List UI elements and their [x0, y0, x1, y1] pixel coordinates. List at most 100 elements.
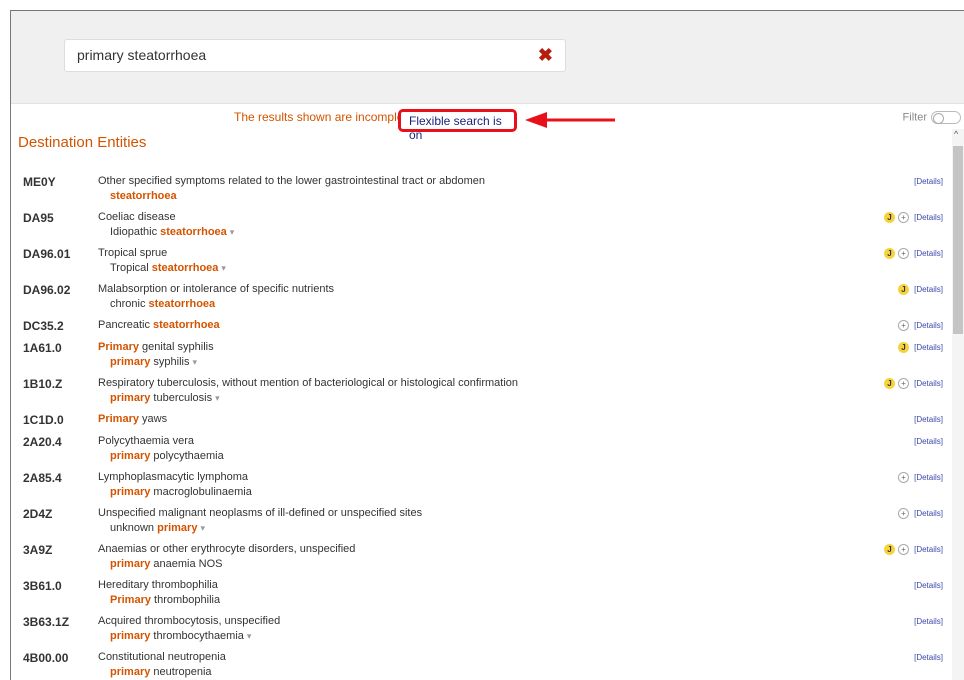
annotation-arrow-icon — [525, 112, 615, 128]
entity-title[interactable]: Polycythaemia vera — [98, 435, 194, 447]
details-link[interactable]: [Details] — [914, 321, 943, 330]
j-badge-icon[interactable]: J — [884, 544, 895, 555]
result-row[interactable]: 3A9Z Anaemias or other erythrocyte disord… — [11, 541, 951, 577]
details-link[interactable]: [Details] — [914, 415, 943, 424]
details-link[interactable]: [Details] — [914, 653, 943, 662]
scroll-thumb[interactable] — [953, 146, 963, 334]
result-row[interactable]: 3B61.0 Hereditary thrombophilia Primary th… — [11, 577, 951, 613]
plus-circle-icon[interactable]: + — [898, 212, 909, 223]
details-link[interactable]: [Details] — [914, 379, 943, 388]
details-link[interactable]: [Details] — [914, 473, 943, 482]
entity-title[interactable]: Pancreatic steatorrhoea — [98, 319, 220, 331]
entity-code[interactable]: DA96.02 — [23, 283, 70, 297]
entity-title[interactable]: Coeliac disease — [98, 211, 176, 223]
result-row[interactable]: ME0Y Other specified symptoms related to … — [11, 173, 951, 209]
details-link[interactable]: [Details] — [914, 437, 943, 446]
entity-code[interactable]: 1C1D.0 — [23, 413, 64, 427]
filter-control[interactable]: Filter — [903, 111, 961, 124]
result-row[interactable]: 2A85.4 Lymphoplasmacytic lymphoma primary … — [11, 469, 951, 505]
chevron-down-icon[interactable]: ▾ — [247, 631, 252, 641]
result-row[interactable]: 1C1D.0 Primary yaws [Details] — [11, 411, 951, 433]
details-link[interactable]: [Details] — [914, 581, 943, 590]
plus-circle-icon[interactable]: + — [898, 508, 909, 519]
result-row[interactable]: 1B10.Z Respiratory tuberculosis, without … — [11, 375, 951, 411]
details-link[interactable]: [Details] — [914, 249, 943, 258]
filter-toggle[interactable] — [931, 111, 961, 124]
incomplete-results-text: The results shown are incomplete — [234, 110, 414, 124]
details-link[interactable]: [Details] — [914, 509, 943, 518]
flexible-search-link[interactable]: Flexible search is on — [398, 109, 517, 142]
matched-term: primary tuberculosis ▾ — [110, 392, 220, 404]
entity-code[interactable]: 1A61.0 — [23, 341, 62, 355]
result-row[interactable]: 4B00.00 Constitutional neutropenia primary… — [11, 649, 951, 680]
details-link[interactable]: [Details] — [914, 343, 943, 352]
search-input[interactable] — [77, 47, 507, 63]
matched-term: chronic steatorrhoea — [110, 298, 215, 310]
search-box[interactable]: ✖ — [64, 39, 566, 72]
plus-circle-icon[interactable]: + — [898, 248, 909, 259]
j-badge-icon[interactable]: J — [884, 212, 895, 223]
entity-code[interactable]: 3B61.0 — [23, 579, 62, 593]
plus-circle-icon[interactable]: + — [898, 378, 909, 389]
entity-title[interactable]: Primary genital syphilis — [98, 341, 214, 353]
entity-code[interactable]: 4B00.00 — [23, 651, 68, 665]
j-badge-icon[interactable]: J — [898, 284, 909, 295]
entity-title[interactable]: Constitutional neutropenia — [98, 651, 226, 663]
entity-title[interactable]: Primary yaws — [98, 413, 167, 425]
result-row[interactable]: DA95 Coeliac disease Idiopathic steatorrho… — [11, 209, 951, 245]
details-link[interactable]: [Details] — [914, 177, 943, 186]
j-badge-icon[interactable]: J — [884, 378, 895, 389]
entity-code[interactable]: 1B10.Z — [23, 377, 62, 391]
entity-code[interactable]: 3B63.1Z — [23, 615, 69, 629]
close-x-icon[interactable]: ✖ — [538, 46, 553, 64]
scrollbar[interactable]: ^ — [952, 129, 964, 680]
title-text: genital syphilis — [138, 341, 214, 353]
entity-code[interactable]: ME0Y — [23, 175, 56, 189]
match-highlight: steatorrhoea — [160, 226, 227, 238]
chevron-down-icon[interactable]: ▾ — [230, 227, 235, 237]
plus-circle-icon[interactable]: + — [898, 472, 909, 483]
entity-title[interactable]: Anaemias or other erythrocyte disorders,… — [98, 543, 355, 555]
chevron-down-icon[interactable]: ▾ — [215, 393, 220, 403]
term-text: neutropenia — [150, 666, 212, 678]
term-text: polycythaemia — [150, 450, 224, 462]
chevron-down-icon[interactable]: ▾ — [192, 357, 197, 367]
j-badge-icon[interactable]: J — [898, 342, 909, 353]
matched-term: primary polycythaemia — [110, 450, 224, 462]
details-link[interactable]: [Details] — [914, 285, 943, 294]
result-row[interactable]: DC35.2 Pancreatic steatorrhoea [Details] + — [11, 317, 951, 339]
entity-code[interactable]: 2A20.4 — [23, 435, 62, 449]
entity-title[interactable]: Tropical sprue — [98, 247, 167, 259]
result-row[interactable]: 2D4Z Unspecified malignant neoplasms of i… — [11, 505, 951, 541]
details-link[interactable]: [Details] — [914, 213, 943, 222]
entity-title[interactable]: Hereditary thrombophilia — [98, 579, 218, 591]
entity-title[interactable]: Lymphoplasmacytic lymphoma — [98, 471, 248, 483]
result-row[interactable]: 3B63.1Z Acquired thrombocytosis, unspecif… — [11, 613, 951, 649]
result-row[interactable]: DA96.01 Tropical sprue Tropical steatorrho… — [11, 245, 951, 281]
j-badge-icon[interactable]: J — [884, 248, 895, 259]
match-highlight: primary — [110, 666, 151, 678]
entity-code[interactable]: DA96.01 — [23, 247, 70, 261]
entity-code[interactable]: 2D4Z — [23, 507, 52, 521]
entity-code[interactable]: DA95 — [23, 211, 54, 225]
details-link[interactable]: [Details] — [914, 617, 943, 626]
title-text: Pancreatic — [98, 319, 154, 331]
chevron-down-icon[interactable]: ▾ — [221, 263, 226, 273]
plus-circle-icon[interactable]: + — [898, 544, 909, 555]
result-row[interactable]: 2A20.4 Polycythaemia vera primary polycyth… — [11, 433, 951, 469]
scroll-up-icon[interactable]: ^ — [954, 129, 958, 139]
entity-code[interactable]: 3A9Z — [23, 543, 52, 557]
entity-code[interactable]: 2A85.4 — [23, 471, 62, 485]
result-row[interactable]: 1A61.0 Primary genital syphilis primary sy… — [11, 339, 951, 375]
entity-title[interactable]: Unspecified malignant neoplasms of ill-d… — [98, 507, 422, 519]
entity-title[interactable]: Other specified symptoms related to the … — [98, 175, 485, 187]
entity-title[interactable]: Respiratory tuberculosis, without mentio… — [98, 377, 518, 389]
chevron-down-icon[interactable]: ▾ — [200, 523, 205, 533]
match-highlight: Primary — [110, 594, 151, 606]
plus-circle-icon[interactable]: + — [898, 320, 909, 331]
entity-title[interactable]: Malabsorption or intolerance of specific… — [98, 283, 334, 295]
details-link[interactable]: [Details] — [914, 545, 943, 554]
result-row[interactable]: DA96.02 Malabsorption or intolerance of s… — [11, 281, 951, 317]
entity-title[interactable]: Acquired thrombocytosis, unspecified — [98, 615, 280, 627]
entity-code[interactable]: DC35.2 — [23, 319, 64, 333]
